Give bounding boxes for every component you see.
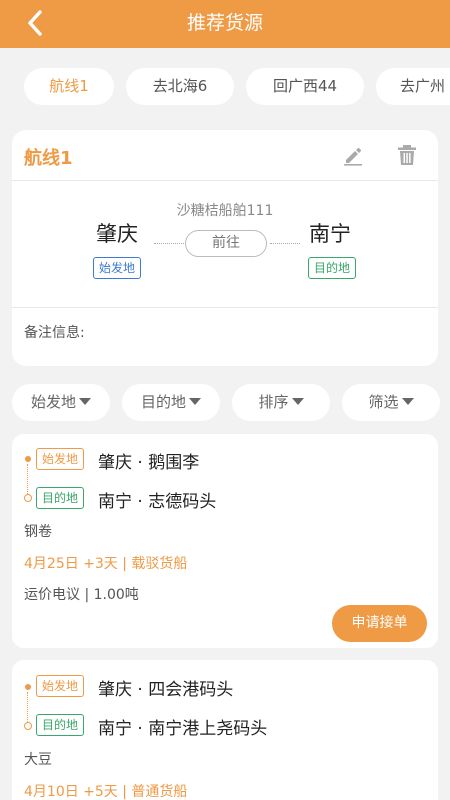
watermark-logo: 微茶 WXCHA .com	[288, 738, 418, 783]
route-line	[27, 464, 28, 496]
origin-tag: 始发地	[93, 257, 142, 279]
filter-label: 排序	[258, 393, 289, 411]
page-title: 推荐货源	[186, 12, 263, 34]
trash-icon[interactable]	[398, 144, 416, 166]
dest-tag: 目的地	[36, 487, 85, 509]
filter-sort[interactable]: 排序	[232, 384, 330, 421]
pencil-icon[interactable]	[342, 144, 364, 166]
dest-city: 南宁	[309, 222, 351, 246]
cargo-card[interactable]: 始发地 肇庆 · 鹅围李 目的地 南宁 · 志德码头 钢卷 4月25日 +3天 …	[12, 434, 438, 648]
dest-ring-icon	[24, 494, 32, 502]
filter-bar: 始发地 目的地 排序 筛选	[0, 382, 450, 422]
goods-type: 大豆	[24, 752, 52, 768]
filter-label: 筛选	[368, 393, 399, 411]
caret-down-icon	[401, 398, 414, 405]
ship-name: 沙糖桔船舶111	[176, 203, 274, 219]
route-connector-left	[154, 243, 184, 244]
filter-origin[interactable]: 始发地	[12, 384, 110, 421]
tab-route-2[interactable]: 去北海6	[126, 68, 234, 105]
remark-label: 备注信息:	[24, 325, 85, 341]
route-line	[27, 692, 28, 724]
svg-text:.com: .com	[372, 758, 416, 779]
caret-down-icon	[291, 398, 304, 405]
caret-down-icon	[189, 398, 201, 405]
apply-order-button[interactable]: 申请接单	[332, 605, 427, 642]
route-title: 航线1	[24, 148, 73, 169]
divider	[12, 307, 438, 308]
filter-destination[interactable]: 目的地	[122, 384, 220, 421]
filter-label: 始发地	[30, 393, 76, 411]
schedule-info: 4月25日 +3天 | 载驳货船	[24, 556, 188, 572]
divider	[12, 180, 438, 181]
route-connector-right	[270, 243, 300, 244]
origin-address: 肇庆 · 鹅围李	[98, 453, 200, 473]
origin-city: 肇庆	[96, 222, 138, 246]
svg-text:WXCHA: WXCHA	[372, 742, 418, 755]
filter-more[interactable]: 筛选	[342, 384, 440, 421]
tab-route-1[interactable]: 航线1	[24, 68, 114, 105]
svg-text:微茶: 微茶	[288, 739, 364, 783]
app-header: 推荐货源	[0, 0, 450, 48]
tab-route-3[interactable]: 回广西44	[246, 68, 364, 105]
origin-tag: 始发地	[36, 675, 85, 697]
dest-tag: 目的地	[308, 257, 357, 279]
schedule-info: 4月10日 +5天 | 普通货船	[24, 784, 188, 800]
dest-address: 南宁 · 南宁港上尧码头	[98, 719, 268, 739]
route-card: 航线1 沙糖桔船舶111 肇庆 前往 南宁 始发地 目的地 备注信息:	[12, 130, 438, 366]
price-info: 运价电议 | 1.00吨	[24, 587, 139, 603]
caret-down-icon	[79, 398, 91, 405]
tab-route-4[interactable]: 去广州	[376, 68, 450, 105]
dest-tag: 目的地	[36, 714, 85, 736]
origin-address: 肇庆 · 四会港码头	[98, 680, 234, 700]
goto-button[interactable]: 前往	[185, 230, 267, 257]
origin-dot-icon	[25, 456, 31, 462]
origin-tag: 始发地	[36, 448, 85, 470]
origin-dot-icon	[25, 684, 31, 690]
route-tabs: 航线1 去北海6 回广西44 去广州	[0, 48, 450, 122]
dest-address: 南宁 · 志德码头	[98, 492, 217, 512]
filter-label: 目的地	[140, 393, 186, 411]
dest-ring-icon	[24, 722, 32, 730]
goods-type: 钢卷	[24, 524, 52, 540]
